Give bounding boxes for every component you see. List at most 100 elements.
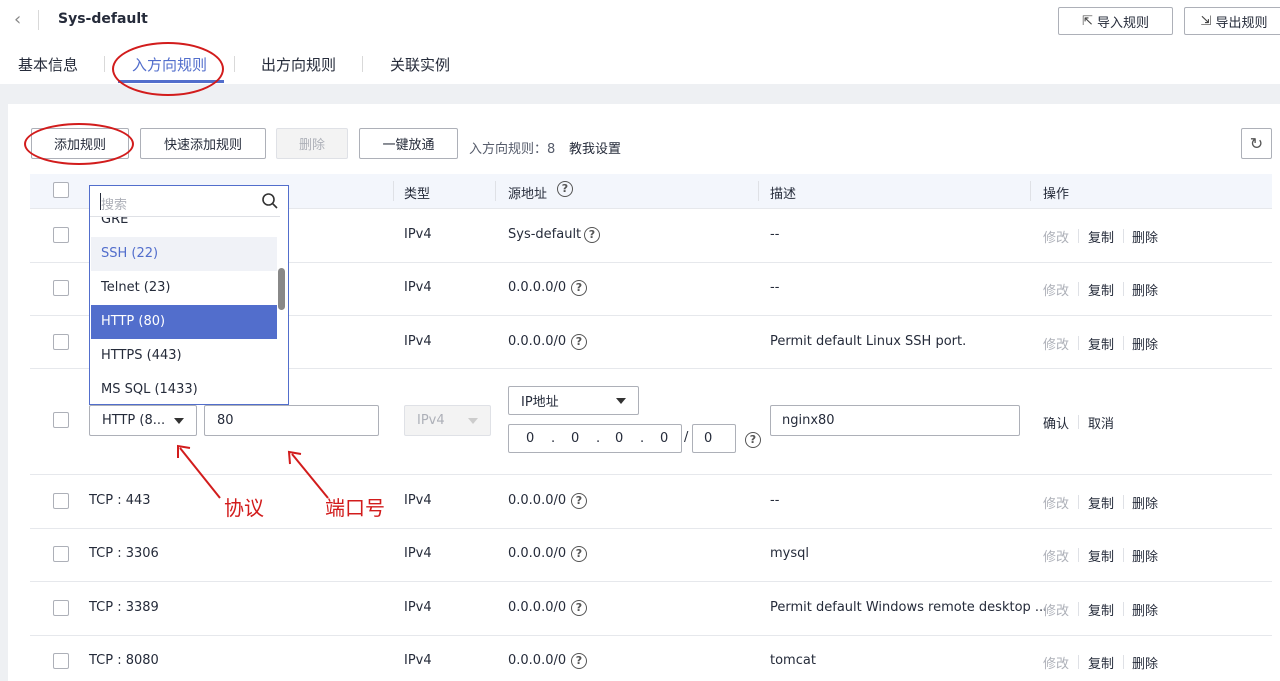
dropdown-option-selected[interactable]: HTTP (80) (91, 305, 277, 339)
row-checkbox[interactable] (53, 599, 69, 616)
type-cell: IPv4 (404, 546, 432, 561)
modify-link[interactable]: 修改 (1043, 334, 1069, 353)
source-cell[interactable]: Sys-default (508, 227, 581, 242)
op-divider (1078, 548, 1079, 562)
text-cursor (100, 193, 101, 210)
type-cell: IPv4 (404, 653, 432, 668)
tab-outbound-rules[interactable]: 出方向规则 (261, 54, 336, 75)
source-cell: 0.0.0.0/0 (508, 599, 567, 615)
export-rules-button[interactable]: ⇲ 导出规则 (1184, 7, 1280, 35)
help-icon[interactable]: ? (571, 280, 587, 296)
dropdown-option[interactable]: Telnet (23) (91, 271, 277, 305)
modify-link[interactable]: 修改 (1043, 600, 1069, 619)
op-divider (1078, 415, 1079, 429)
row-checkbox[interactable] (53, 333, 69, 350)
mask-separator: / (684, 430, 689, 445)
delete-link[interactable]: 删除 (1132, 600, 1158, 619)
port-input[interactable]: 80 (204, 405, 379, 436)
copy-link[interactable]: 复制 (1088, 227, 1114, 246)
row-checkbox[interactable] (53, 280, 69, 296)
copy-link[interactable]: 复制 (1088, 653, 1114, 672)
header-divider (38, 10, 39, 30)
help-icon[interactable]: ? (557, 181, 573, 197)
help-icon[interactable]: ? (745, 432, 761, 448)
dropdown-option[interactable]: HTTPS (443) (91, 339, 277, 373)
op-divider (1078, 228, 1079, 243)
delete-link[interactable]: 删除 (1132, 280, 1158, 299)
import-icon: ⇱ (1082, 13, 1093, 29)
dropdown-scrollbar[interactable] (278, 268, 285, 310)
delete-link[interactable]: 删除 (1132, 227, 1158, 246)
tab-associated-instances[interactable]: 关联实例 (390, 54, 450, 75)
description-cell: mysql (770, 546, 809, 561)
op-divider (1078, 601, 1079, 616)
dropdown-list: GRE SSH (22) Telnet (23) HTTP (80) HTTPS… (90, 217, 288, 404)
protocol-port-cell: TCP : 8080 (89, 653, 159, 668)
chevron-down-icon (468, 418, 478, 424)
dropdown-search-input[interactable]: 搜索 (101, 194, 127, 213)
row-checkbox[interactable] (53, 546, 69, 562)
refresh-icon[interactable]: ↻ (1241, 128, 1272, 159)
copy-link[interactable]: 复制 (1088, 334, 1114, 353)
description-cell: -- (770, 492, 780, 508)
select-all-checkbox[interactable] (53, 182, 69, 198)
dropdown-option[interactable]: SSH (22) (91, 237, 277, 271)
help-icon[interactable]: ? (571, 546, 587, 562)
source-type-select[interactable]: IP地址 (508, 386, 639, 415)
column-divider (495, 181, 496, 201)
description-input[interactable]: nginx80 (770, 405, 1020, 436)
row-checkbox[interactable] (53, 492, 69, 509)
copy-link[interactable]: 复制 (1088, 280, 1114, 299)
copy-link[interactable]: 复制 (1088, 493, 1114, 512)
row-checkbox[interactable] (53, 226, 69, 243)
modify-link[interactable]: 修改 (1043, 227, 1069, 246)
delete-link[interactable]: 删除 (1132, 493, 1158, 512)
quick-add-rule-button[interactable]: 快速添加规则 (140, 128, 266, 159)
copy-link[interactable]: 复制 (1088, 600, 1114, 619)
cancel-link[interactable]: 取消 (1088, 413, 1114, 432)
row-divider (30, 527, 1272, 529)
delete-button[interactable]: 删除 (276, 128, 348, 159)
protocol-port-cell: TCP : 443 (89, 492, 151, 508)
annotation-circle-add (24, 123, 134, 165)
search-icon[interactable] (261, 192, 279, 210)
op-divider (1078, 282, 1079, 296)
ip-type-select: IPv4 (404, 405, 491, 436)
type-cell: IPv4 (404, 280, 432, 295)
delete-link[interactable]: 删除 (1132, 334, 1158, 353)
modify-link[interactable]: 修改 (1043, 280, 1069, 299)
help-icon[interactable]: ? (584, 226, 600, 243)
delete-link[interactable]: 删除 (1132, 653, 1158, 672)
source-cell: 0.0.0.0/0 (508, 280, 567, 295)
col-description: 描述 (770, 187, 797, 202)
help-link[interactable]: 教我设置 (569, 138, 621, 157)
help-icon[interactable]: ? (571, 492, 587, 509)
row-checkbox[interactable] (53, 412, 69, 428)
ip-address-input[interactable]: 0 . 0 . 0 . 0 (508, 424, 682, 453)
op-divider (1078, 335, 1079, 350)
import-rules-button[interactable]: ⇱ 导入规则 (1058, 7, 1173, 35)
help-icon[interactable]: ? (571, 653, 587, 669)
row-checkbox[interactable] (53, 653, 69, 669)
op-divider (1123, 601, 1124, 616)
source-cell: 0.0.0.0/0 (508, 492, 567, 508)
dropdown-option[interactable]: MS SQL (1433) (91, 373, 277, 404)
ip-dot: . (640, 431, 645, 446)
dropdown-option[interactable]: GRE (91, 217, 277, 237)
help-icon[interactable]: ? (571, 333, 587, 350)
one-click-allow-button[interactable]: 一键放通 (359, 128, 458, 159)
delete-link[interactable]: 删除 (1132, 546, 1158, 565)
mask-input[interactable]: 0 (692, 424, 736, 453)
tab-basic-info[interactable]: 基本信息 (18, 54, 78, 75)
protocol-select[interactable]: HTTP (8... (89, 405, 197, 436)
help-icon[interactable]: ? (571, 599, 587, 616)
modify-link[interactable]: 修改 (1043, 493, 1069, 512)
copy-link[interactable]: 复制 (1088, 546, 1114, 565)
col-type: 类型 (404, 187, 431, 202)
modify-link[interactable]: 修改 (1043, 653, 1069, 672)
confirm-link[interactable]: 确认 (1043, 413, 1069, 432)
op-divider (1123, 655, 1124, 669)
row-divider (30, 634, 1272, 636)
back-icon[interactable]: ‹ (14, 10, 30, 30)
modify-link[interactable]: 修改 (1043, 546, 1069, 565)
